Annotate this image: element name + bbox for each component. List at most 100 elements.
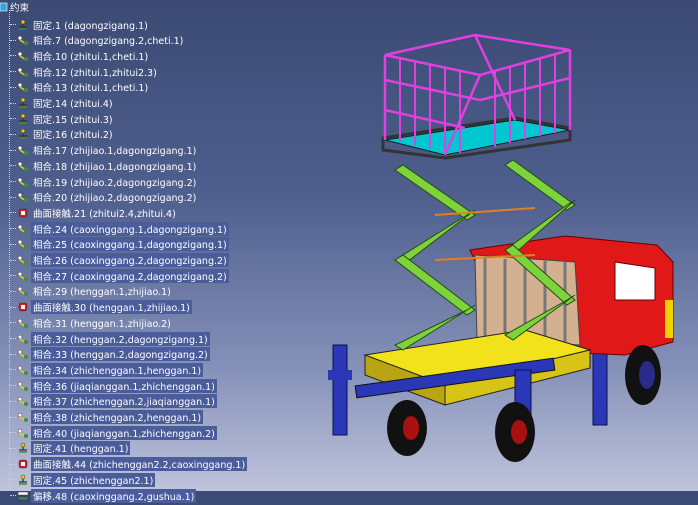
constraint-item[interactable]: 相合.31 (henggan.1,zhijiao.2)	[10, 315, 173, 330]
tree-branch-line	[10, 196, 16, 198]
coincidence-icon	[17, 176, 29, 188]
constraint-item[interactable]: 相合.19 (zhijiao.2,dagongzigang.2)	[10, 174, 198, 189]
coincidence-icon	[17, 364, 29, 376]
constraint-item[interactable]: 相合.27 (caoxinggang.2,dagongzigang.2)	[10, 268, 229, 283]
constraint-label: 固定.15 (zhitui.3)	[33, 114, 113, 126]
constraint-label: 固定.16 (zhitui.2)	[33, 130, 113, 142]
constraint-item[interactable]: 固定.41 (henggan.1)	[10, 441, 131, 456]
constraint-item[interactable]: 固定.16 (zhitui.2)	[10, 127, 115, 142]
coincidence-icon	[17, 270, 29, 282]
constraint-item[interactable]: 相合.29 (henggan.1,zhijiao.1)	[10, 284, 173, 299]
tree-branch-line	[10, 416, 16, 418]
constraint-item[interactable]: 相合.38 (zhichenggan.2,henggan.1)	[10, 410, 204, 425]
tree-branch-line	[10, 24, 16, 25]
tree-branch-line	[10, 447, 16, 449]
constraint-item[interactable]: 曲面接触.44 (zhichenggan2.2,caoxinggang.1)	[10, 457, 248, 472]
constraint-item[interactable]: 相合.26 (caoxinggang.2,dagongzigang.2)	[10, 253, 229, 268]
fix-anchor-icon	[17, 128, 29, 140]
constraint-item[interactable]: 固定.14 (zhitui.4)	[10, 96, 115, 111]
tree-root-label: 约束	[10, 2, 30, 14]
constraint-item[interactable]: 相合.33 (henggan.2,dagongzigang.2)	[10, 347, 210, 362]
constraint-item[interactable]: 相合.18 (zhijiao.1,dagongzigang.1)	[10, 158, 198, 173]
tree-branch-line	[10, 118, 16, 120]
constraint-label: 相合.26 (caoxinggang.2,dagongzigang.2)	[31, 253, 229, 267]
constraint-item[interactable]: 相合.10 (zhitui.1,cheti.1)	[10, 48, 150, 63]
tree-branch-line	[10, 102, 16, 104]
constraint-item[interactable]: 相合.24 (caoxinggang.1,dagongzigang.1)	[10, 221, 229, 236]
fix-anchor-icon	[17, 19, 29, 31]
coincidence-icon	[17, 191, 29, 203]
constraint-item[interactable]: 固定.45 (zhichenggan2.1)	[10, 472, 156, 487]
tree-branch-line	[10, 86, 16, 88]
tree-branch-line	[10, 181, 16, 182]
constraint-label: 固定.45 (zhichenggan2.1)	[31, 472, 156, 487]
constraint-label: 相合.24 (caoxinggang.1,dagongzigang.1)	[31, 221, 229, 236]
tree-root-constraints[interactable]: 约束	[0, 0, 30, 14]
constraint-label: 曲面接触.44 (zhichenggan2.2,caoxinggang.1)	[31, 457, 248, 472]
constraint-item[interactable]: 固定.15 (zhitui.3)	[10, 111, 115, 126]
constraint-label: 相合.32 (henggan.2,dagongzigang.1)	[31, 331, 210, 346]
tree-branch-line	[10, 495, 16, 496]
constraint-item[interactable]: 曲面接触.30 (henggan.1,zhijiao.1)	[10, 300, 192, 315]
constraint-item[interactable]: 相合.36 (jiaqianggan.1,zhichenggan.1)	[10, 378, 217, 393]
assembly-3d-viewport[interactable]	[325, 0, 698, 491]
coincidence-icon	[17, 81, 29, 93]
surface-contact-icon	[17, 458, 29, 470]
constraint-item[interactable]: 相合.12 (zhitui.1,zhitui2.3)	[10, 64, 159, 79]
chassis-platform	[354, 329, 592, 406]
tree-branch-line	[10, 353, 16, 355]
tree-branch-line	[10, 243, 16, 245]
tree-branch-line	[10, 71, 16, 73]
tree-branch-line	[10, 39, 16, 41]
coincidence-icon	[17, 317, 29, 329]
constraint-item[interactable]: 相合.40 (jiaqianggan.1,zhichenggan.2)	[10, 425, 217, 440]
coincidence-icon	[17, 50, 29, 62]
constraint-label: 相合.40 (jiaqianggan.1,zhichenggan.2)	[31, 425, 217, 440]
fix-anchor-icon	[17, 442, 29, 454]
tree-branch-line	[10, 400, 16, 402]
constraint-item[interactable]: 相合.7 (dagongzigang.2,cheti.1)	[10, 33, 185, 48]
coincidence-icon	[17, 333, 29, 345]
constraint-label: 相合.33 (henggan.2,dagongzigang.2)	[31, 347, 210, 362]
tree-branch-line	[10, 259, 16, 261]
coincidence-icon	[17, 380, 29, 392]
coincidence-icon	[17, 238, 29, 250]
constraint-label: 相合.29 (henggan.1,zhijiao.1)	[33, 287, 171, 299]
coincidence-icon	[17, 34, 29, 46]
constraint-label: 相合.25 (caoxinggang.1,dagongzigang.1)	[31, 237, 229, 252]
tree-branch-line	[10, 338, 16, 339]
coincidence-icon	[17, 411, 29, 423]
fix-anchor-icon	[17, 97, 29, 109]
tree-branch-line	[10, 55, 16, 57]
constraint-item[interactable]: 曲面接触.21 (zhitui2.4,zhitui.4)	[10, 205, 178, 220]
constraint-item[interactable]: 相合.25 (caoxinggang.1,dagongzigang.1)	[10, 237, 229, 252]
constraint-item[interactable]: 相合.20 (zhijiao.2,dagongzigang.2)	[10, 190, 198, 205]
fix-anchor-icon	[17, 474, 29, 486]
tree-branch-line	[10, 385, 16, 387]
constraint-item[interactable]: 相合.17 (zhijiao.1,dagongzigang.1)	[10, 143, 198, 158]
constraints-folder-icon	[0, 2, 8, 11]
coincidence-icon	[17, 223, 29, 235]
constraint-label: 相合.37 (zhichenggan.2,jiaqianggan.1)	[31, 394, 217, 409]
coincidence-icon	[17, 395, 29, 407]
coincidence-icon	[17, 160, 29, 172]
wheel-front-right	[495, 402, 535, 462]
constraint-item[interactable]: 相合.34 (zhichenggan.1,henggan.1)	[10, 362, 204, 377]
constraint-item[interactable]: 相合.32 (henggan.2,dagongzigang.1)	[10, 331, 210, 346]
fix-anchor-icon	[17, 113, 29, 125]
platform-cage	[381, 33, 572, 160]
constraint-label: 相合.38 (zhichenggan.2,henggan.1)	[31, 410, 204, 424]
constraint-item[interactable]: 固定.1 (dagongzigang.1)	[10, 17, 150, 32]
tree-branch-line	[10, 306, 16, 308]
surface-contact-icon	[17, 207, 29, 219]
coincidence-icon	[17, 66, 29, 78]
constraint-item[interactable]: 相合.37 (zhichenggan.2,jiaqianggan.1)	[10, 394, 217, 409]
constraint-label: 曲面接触.30 (henggan.1,zhijiao.1)	[31, 300, 192, 315]
constraint-label: 相合.31 (henggan.1,zhijiao.2)	[33, 318, 171, 330]
tree-branch-line	[10, 290, 16, 292]
offset-icon	[17, 490, 29, 502]
wheel-front-left	[387, 400, 427, 456]
constraint-item[interactable]: 相合.13 (zhitui.1,cheti.1)	[10, 80, 150, 95]
constraint-item[interactable]: 偏移.48 (caoxinggang.2,gushua.1)	[10, 488, 197, 503]
coincidence-icon	[17, 427, 29, 439]
